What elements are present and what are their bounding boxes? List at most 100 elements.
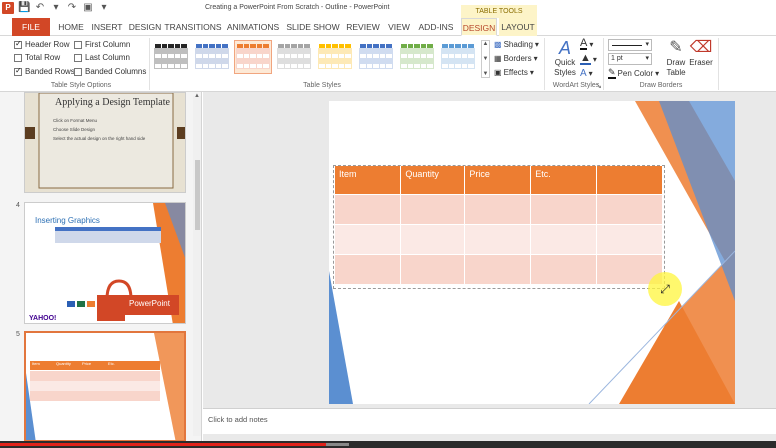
table-style-swatch-cell <box>278 44 284 48</box>
tab-insert[interactable]: INSERT <box>88 18 126 36</box>
tab-table-layout[interactable]: LAYOUT <box>499 18 537 36</box>
text-effects-button[interactable]: A ▾ <box>580 67 593 79</box>
notes-pane[interactable]: Click to add notes <box>203 408 776 434</box>
table-header-quantity[interactable]: Quantity <box>400 166 466 194</box>
gallery-up-icon[interactable]: ▲ <box>483 41 489 47</box>
banded-columns-checkbox[interactable]: Banded Columns <box>74 66 146 77</box>
scroll-up-icon[interactable]: ▲ <box>194 93 200 99</box>
table-header-price[interactable]: Price <box>464 166 532 194</box>
table-style-swatch[interactable] <box>152 40 190 74</box>
gallery-more-icon[interactable]: ▼ <box>483 71 489 77</box>
table-style-swatch-cell <box>360 44 366 48</box>
slide-thumbnail-3[interactable]: Applying a Design Template Click on Form… <box>24 92 186 193</box>
eraser-button[interactable]: ⌫ Eraser <box>688 38 714 68</box>
chevron-down-icon: ▾ <box>645 55 649 62</box>
banded-rows-checkbox[interactable]: Banded Rows <box>14 66 75 77</box>
tab-transitions[interactable]: TRANSITIONS <box>164 18 222 36</box>
draw-table-button[interactable]: ✎ Draw Table <box>662 38 690 78</box>
table-style-swatch-cell <box>174 44 181 48</box>
table-style-swatch[interactable] <box>357 40 395 74</box>
table-style-swatch-cell <box>406 58 415 64</box>
shading-button[interactable]: ▩ Shading ▾ <box>494 38 539 50</box>
tab-home[interactable]: HOME <box>54 18 88 36</box>
tab-slide-show[interactable]: SLIDE SHOW <box>284 18 342 36</box>
pen-weight-dropdown[interactable]: 1 pt ▾ <box>608 53 652 65</box>
text-fill-button[interactable]: A ▾ <box>580 38 593 50</box>
borders-button[interactable]: ▦ Borders ▾ <box>494 52 538 64</box>
draw-table-label-2: Table <box>666 68 686 77</box>
table-cell[interactable] <box>400 193 466 224</box>
table-header-item[interactable]: Item <box>335 166 402 194</box>
table-style-swatch[interactable] <box>439 40 477 74</box>
quick-styles-icon: A <box>558 38 571 58</box>
table-style-swatch-cell <box>460 63 469 69</box>
table-cell[interactable] <box>400 223 466 254</box>
gallery-down-icon[interactable]: ▼ <box>483 56 489 62</box>
table-style-swatch-cell <box>296 63 305 69</box>
table-style-swatch-cell <box>249 58 257 64</box>
table-header-empty[interactable] <box>596 166 663 194</box>
tab-review[interactable]: REVIEW <box>342 18 384 36</box>
table-style-swatch[interactable] <box>193 40 231 74</box>
last-column-checkbox[interactable]: Last Column <box>74 52 130 63</box>
table-style-swatch-row <box>155 44 187 48</box>
table-cell[interactable] <box>335 193 402 224</box>
table-style-swatch-row <box>278 44 310 48</box>
undo-dropdown-icon[interactable]: ▾ <box>50 2 62 14</box>
total-row-checkbox[interactable]: Total Row <box>14 52 60 63</box>
table-cell[interactable] <box>596 193 663 224</box>
first-column-checkbox[interactable]: First Column <box>74 39 130 50</box>
header-row-checkbox[interactable]: Header Row <box>14 39 69 50</box>
redo-icon[interactable]: ↷ <box>66 2 78 14</box>
table-style-swatch-cell <box>419 53 428 59</box>
text-outline-button[interactable]: ▲ ▾ <box>580 53 597 65</box>
table-style-swatch-cell <box>378 48 387 54</box>
table-style-swatch[interactable] <box>275 40 313 74</box>
table-cell[interactable] <box>464 253 532 284</box>
slide-thumbnail-4[interactable]: Inserting Graphics PowerPoint YAHOO! <box>24 202 186 324</box>
table-header-etc[interactable]: Etc. <box>530 166 598 194</box>
pen-color-button[interactable]: ✎ Pen Color ▾ <box>608 67 659 79</box>
table-style-swatch-cell <box>160 58 169 64</box>
table-cell[interactable] <box>464 223 532 254</box>
tab-file[interactable]: FILE <box>12 18 50 36</box>
ribbon: Header Row Total Row Banded Rows First C… <box>0 36 776 92</box>
table-cell[interactable] <box>530 223 598 254</box>
tab-design[interactable]: DESIGN <box>126 18 164 36</box>
thumbnail-scroll-thumb[interactable] <box>195 160 200 230</box>
table-style-swatch[interactable] <box>234 40 272 74</box>
slide-3-bullet: Choose Slide Design <box>53 127 96 132</box>
table-cell[interactable] <box>335 253 402 284</box>
draw-table-icon: ✎ <box>669 39 683 56</box>
start-from-beginning-icon[interactable]: ▣ <box>82 2 94 14</box>
tab-table-design[interactable]: DESIGN <box>461 18 497 36</box>
tab-animations[interactable]: ANIMATIONS <box>224 18 282 36</box>
save-icon[interactable]: 💾 <box>18 2 30 14</box>
wordart-dialog-launcher-icon[interactable]: ↘ <box>596 82 602 90</box>
thumbnail-scrollbar[interactable] <box>193 96 201 436</box>
undo-icon[interactable]: ↶ <box>34 2 46 14</box>
table-cell[interactable] <box>464 193 532 224</box>
gallery-scroll[interactable]: ▲ ▼ ▼ <box>481 40 490 78</box>
table-style-swatch-cell <box>337 58 346 64</box>
table-style-swatch-cell <box>331 58 339 64</box>
slide-thumbnail-5[interactable]: Item Quantity Price Etc. <box>24 331 186 442</box>
table-style-swatch[interactable] <box>398 40 436 74</box>
table-cell[interactable] <box>400 253 466 284</box>
customize-qat-icon[interactable]: ▾ <box>98 2 110 14</box>
table-cell[interactable] <box>335 223 402 254</box>
tab-add-ins[interactable]: ADD-INS <box>416 18 456 36</box>
pen-style-dropdown[interactable]: ▾ <box>608 39 652 51</box>
table-cell[interactable] <box>530 193 598 224</box>
table-cell[interactable] <box>596 223 663 254</box>
table-style-swatch-row <box>195 53 229 59</box>
slide-table[interactable]: Item Quantity Price Etc. <box>335 166 663 284</box>
table-style-swatch[interactable] <box>316 40 354 74</box>
effects-button[interactable]: ▣ Effects ▾ <box>494 66 534 78</box>
table-style-swatch-cell <box>332 44 338 48</box>
table-cell[interactable] <box>530 253 598 284</box>
quick-styles-button[interactable]: A Quick Styles <box>550 38 580 78</box>
tab-view[interactable]: VIEW <box>384 18 414 36</box>
video-progress-played[interactable] <box>0 443 326 446</box>
table-style-swatch-cell <box>461 44 468 48</box>
